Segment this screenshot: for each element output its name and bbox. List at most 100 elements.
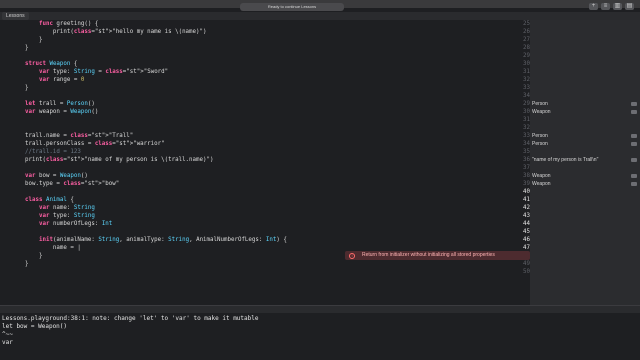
result-value: Person [532,133,548,139]
code-line[interactable]: 41 class Animal { [0,196,530,204]
quick-look-icon[interactable] [631,110,637,114]
code-text: struct Weapon { [25,61,78,67]
code-text: class Animal { [25,197,74,203]
code-line[interactable]: 35 //trall.id = 123 [0,148,530,156]
code-line[interactable]: 36 print(class="st">"name of my person is… [0,156,530,164]
line-number: 41 [523,197,530,203]
library-button[interactable]: + [589,3,598,10]
code-line[interactable]: 32 [0,124,530,132]
code-line[interactable]: 49} [0,260,530,268]
inspector-toggle-button[interactable]: ▤ [625,3,634,10]
code-line[interactable]: 44 var numberOfLegs: Int [0,220,530,228]
code-text: var bow = Weapon() [25,173,88,179]
quick-look-icon[interactable] [631,134,637,138]
line-number: 50 [523,269,530,275]
code-line[interactable]: 31 [0,116,530,124]
editor-layout-button[interactable]: ≡ [601,3,610,10]
code-line[interactable]: 26 print(class="st">"hello my name is \(… [0,28,530,36]
code-line[interactable]: 38 var bow = Weapon() [0,172,530,180]
code-text: init(animalName: String, animalType: Str… [38,237,287,243]
code-line[interactable]: 28} [0,44,530,52]
code-line[interactable]: 42 var name: String [0,204,530,212]
code-text: } [25,45,29,51]
code-line[interactable]: 33 trall.name = class="st">"Trall" [0,132,530,140]
line-number: 25 [523,21,530,27]
code-text: var type: String = class="st">"Sword" [38,69,169,75]
line-number: 35 [523,149,530,155]
line-number: 29 [523,53,530,59]
line-number: 31 [523,117,530,123]
code-text: bow.type = class="st">"bow" [25,181,120,187]
result-value: Weapon [532,173,551,179]
results-sidebar: Person Weapon Person Person "name of my pers… [530,20,640,305]
code-line[interactable]: 40 [0,188,530,196]
tab-lessons[interactable]: Lessons [2,12,29,20]
code-text: } [25,261,29,267]
code-line[interactable]: 32 var range = 0 [0,76,530,84]
split-editor-button[interactable]: ▥ [613,3,622,10]
line-number: 27 [523,37,530,43]
result-value: Weapon [532,181,551,187]
debug-console[interactable]: Lessons.playground:38:1: note: change 'l… [0,313,640,360]
code-text: let trall = Person() [25,101,95,107]
line-number: 38 [523,173,530,179]
console-line: Lessons.playground:38:1: note: change 'l… [2,315,259,322]
code-text: } [25,37,43,43]
activity-status: Ready to continue Lessons [240,3,344,11]
code-line[interactable]: 33} [0,84,530,92]
code-line[interactable]: 34 trall.personClass = class="st">"warrio… [0,140,530,148]
code-line[interactable]: 45 [0,228,530,236]
line-number: 32 [523,125,530,131]
code-line[interactable]: 34 [0,92,530,100]
code-line[interactable]: 50 [0,268,530,276]
line-number: 33 [523,85,530,91]
quick-look-icon[interactable] [631,158,637,162]
code-line[interactable]: 27 } [0,36,530,44]
line-number: 40 [523,189,530,195]
line-number: 30 [523,61,530,67]
line-number: 45 [523,229,530,235]
code-line[interactable]: 31 var type: String = class="st">"Sword" [0,68,530,76]
error-icon: ! [349,252,355,259]
code-line[interactable]: 30 struct Weapon { [0,60,530,68]
line-number: 39 [523,181,530,187]
code-line[interactable]: 37 [0,164,530,172]
line-number: 43 [523,213,530,219]
line-number: 44 [523,221,530,227]
code-text: func greeting() { [38,21,99,27]
code-line[interactable]: 30 var weapon = Weapon() [0,108,530,116]
title-bar: Ready to continue Lessons + ≡ ▥ ▤ [0,0,640,11]
line-number: 28 [523,45,530,51]
code-text: print(class="st">"hello my name is \(nam… [25,29,207,35]
line-number: 32 [523,77,530,83]
code-text: } [25,253,43,259]
code-editor[interactable]: 25 func greeting() {26 print(class="st">… [0,20,530,305]
console-line: var [2,339,13,346]
line-number: 33 [523,133,530,139]
code-line[interactable]: 39 bow.type = class="st">"bow" [0,180,530,188]
quick-look-icon[interactable] [631,182,637,186]
code-line[interactable]: 25 func greeting() { [0,20,530,28]
line-number: 37 [523,165,530,171]
code-text: } [25,85,29,91]
toolbar-controls: + ≡ ▥ ▤ [589,3,634,10]
quick-look-icon[interactable] [631,102,637,106]
line-number: 34 [523,141,530,147]
result-value: Person [532,141,548,147]
line-number: 31 [523,69,530,75]
code-line[interactable]: 43 var type: String [0,212,530,220]
error-banner[interactable]: ! Return from initializer without initia… [345,251,530,260]
code-line[interactable]: 46 init(animalName: String, animalType: … [0,236,530,244]
result-value: Weapon [532,109,551,115]
code-text: //trall.id = 123 [25,149,81,155]
code-text: var numberOfLegs: Int [38,221,113,227]
code-text: trall.personClass = class="st">"warrior" [25,141,165,147]
line-number: 30 [523,109,530,115]
result-value: Person [532,101,548,107]
code-line[interactable]: 29 let trall = Person() [0,100,530,108]
code-line[interactable]: 29 [0,52,530,60]
code-text: trall.name = class="st">"Trall" [25,133,134,139]
code-text: var weapon = Weapon() [25,109,99,115]
quick-look-icon[interactable] [631,142,637,146]
quick-look-icon[interactable] [631,174,637,178]
